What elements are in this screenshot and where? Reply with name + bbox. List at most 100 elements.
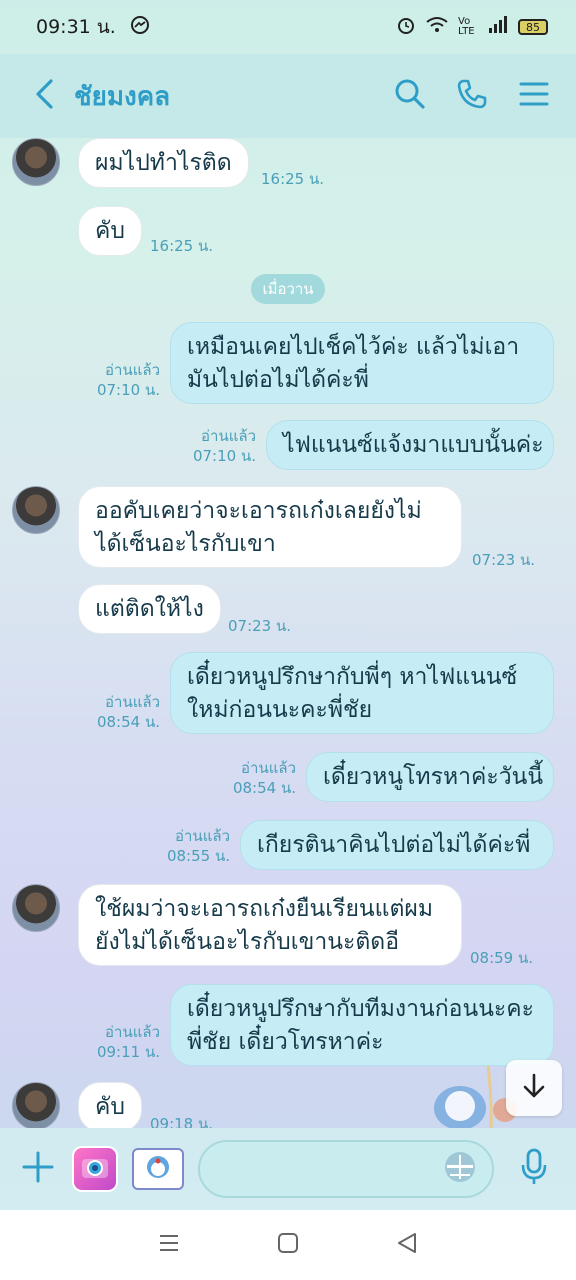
read-receipt: อ่านแล้ว 08:55 น. [140, 826, 230, 866]
signal-icon [488, 16, 508, 38]
network-label: Vo LTE [458, 16, 475, 37]
message-input[interactable] [198, 1140, 494, 1198]
message-bubble[interactable]: แต่ติดให้ไง [78, 584, 221, 634]
read-receipt: อ่านแล้ว 08:54 น. [200, 758, 296, 798]
arrow-down-icon [520, 1072, 548, 1104]
read-label: อ่านแล้ว [175, 827, 230, 845]
message-text: ยังไม่ได้เซ็นอะไรกับเขานะติดอี [95, 929, 400, 955]
image-icon [138, 1152, 178, 1186]
system-nav-bar [0, 1210, 576, 1280]
wifi-icon [426, 16, 448, 38]
menu-button[interactable] [516, 78, 552, 114]
emoji-icon[interactable] [442, 1149, 478, 1189]
message-text: คับ [95, 218, 125, 244]
message-time: 08:55 น. [166, 847, 230, 865]
recent-apps-icon [158, 1232, 180, 1258]
status-right: Vo LTE 85 [396, 15, 548, 39]
battery-indicator: 85 [518, 19, 548, 35]
message-bubble[interactable]: ใช้ผมว่าจะเอารถเก๋งยืนเรียนแต่ผม ยังไม่ไ… [78, 884, 462, 966]
read-label: อ่านแล้ว [105, 693, 160, 711]
message-text: มันไปต่อไม่ได้ค่ะพี่ [187, 367, 369, 393]
message-bubble[interactable]: เกียรตินาคินไปต่อไม่ได้ค่ะพี่ [240, 820, 554, 870]
date-separator: เมื่อวาน [251, 274, 325, 304]
message-time: 16:25 น. [261, 170, 325, 188]
message-time: 08:54 น. [96, 713, 160, 731]
message-text: แต่ติดให้ไง [95, 596, 204, 622]
message-input-bar [0, 1128, 576, 1210]
message-time: 07:10 น. [192, 447, 256, 465]
message-text: เหมือนเคยไปเช็คไว้ค่ะ แล้วไม่เอา [187, 334, 520, 360]
status-time: 09:31 น. [36, 16, 116, 38]
message-text: ใช้ผมว่าจะเอารถเก๋งยืนเรียนแต่ผม [95, 896, 434, 922]
avatar[interactable] [12, 884, 60, 932]
read-receipt: อ่านแล้ว 07:10 น. [78, 360, 160, 400]
avatar[interactable] [12, 138, 60, 186]
messenger-icon [130, 15, 150, 40]
message-text: เดี๋ยวหนูโทรหาค่ะวันนี้ [323, 764, 544, 790]
message-bubble[interactable]: ไฟแนนซ์แจ้งมาแบบนั้นค่ะ [266, 420, 554, 470]
message-text: คับ [95, 1094, 125, 1120]
plus-icon [22, 1151, 54, 1187]
scroll-to-bottom-button[interactable] [506, 1060, 562, 1116]
message-text: ออคับเคยว่าจะเอารถเก๋งเลยยังไม่ [95, 498, 422, 524]
message-bubble[interactable]: เดี๋ยวหนูโทรหาค่ะวันนี้ [306, 752, 554, 802]
message-time: 08:54 น. [232, 779, 296, 797]
triangle-back-icon [396, 1232, 418, 1258]
message-bubble[interactable]: เหมือนเคยไปเช็คไว้ค่ะ แล้วไม่เอา มันไปต่… [170, 322, 554, 404]
message-bubble[interactable]: คับ [78, 1082, 142, 1128]
read-receipt: อ่านแล้ว 07:10 น. [170, 426, 256, 466]
avatar[interactable] [12, 486, 60, 534]
microphone-button[interactable] [514, 1147, 554, 1191]
chat-area[interactable]: ผมไปทำไรติด 16:25 น. คับ 16:25 น. เมื่อว… [0, 138, 576, 1128]
message-bubble[interactable]: เดี๋ยวหนูปรึกษากับพี่ๆ หาไฟแนนซ์ ใหม่ก่อ… [170, 652, 554, 734]
message-time: 09:18 น. [150, 1115, 214, 1128]
message-text: พี่ชัย เดี๋ยวโทรหาค่ะ [187, 1029, 384, 1055]
read-label: อ่านแล้ว [241, 759, 296, 777]
message-time: 07:23 น. [228, 617, 292, 635]
phone-icon [456, 78, 488, 114]
camera-button[interactable] [72, 1146, 118, 1192]
search-button[interactable] [392, 78, 428, 114]
avatar[interactable] [12, 1082, 60, 1128]
message-text: ใหม่ก่อนนะคะพี่ชัย [187, 697, 373, 723]
message-time: 07:23 น. [472, 551, 536, 569]
header-actions [392, 78, 552, 114]
message-text: ผมไปทำไรติด [95, 150, 232, 176]
message-time: 08:59 น. [470, 949, 534, 967]
message-time: 09:11 น. [96, 1043, 160, 1061]
add-button[interactable] [18, 1149, 58, 1189]
message-text: เดี๋ยวหนูปรึกษากับทีมงานก่อนนะคะ [187, 996, 535, 1022]
home-icon [277, 1232, 299, 1258]
recent-apps-button[interactable] [149, 1225, 189, 1265]
read-label: อ่านแล้ว [201, 427, 256, 445]
read-receipt: อ่านแล้ว 08:54 น. [78, 692, 160, 732]
message-bubble[interactable]: ออคับเคยว่าจะเอารถเก๋งเลยยังไม่ ได้เซ็นอ… [78, 486, 462, 568]
message-text: ได้เซ็นอะไรกับเขา [95, 531, 276, 557]
contact-name[interactable]: ชัยมงคล [74, 76, 392, 117]
message-time: 16:25 น. [150, 237, 214, 255]
message-bubble[interactable]: คับ [78, 206, 142, 256]
read-label: อ่านแล้ว [105, 1023, 160, 1041]
camera-icon [80, 1154, 110, 1184]
read-label: อ่านแล้ว [105, 361, 160, 379]
search-icon [394, 78, 426, 114]
read-receipt: อ่านแล้ว 09:11 น. [78, 1022, 160, 1062]
message-text: ไฟแนนซ์แจ้งมาแบบนั้นค่ะ [283, 432, 544, 458]
image-button[interactable] [132, 1148, 184, 1190]
home-button[interactable] [268, 1225, 308, 1265]
message-bubble[interactable]: ผมไปทำไรติด [78, 138, 249, 188]
message-text: เกียรตินาคินไปต่อไม่ได้ค่ะพี่ [257, 832, 531, 858]
microphone-icon [520, 1148, 548, 1190]
message-text: เดี๋ยวหนูปรึกษากับพี่ๆ หาไฟแนนซ์ [187, 664, 518, 690]
message-time: 07:10 น. [96, 381, 160, 399]
alarm-icon [396, 15, 416, 39]
back-button[interactable] [24, 76, 64, 116]
call-button[interactable] [454, 78, 490, 114]
chevron-left-icon [33, 78, 55, 114]
back-nav-button[interactable] [387, 1225, 427, 1265]
hamburger-menu-icon [519, 81, 549, 111]
chat-header: ชัยมงคล [0, 54, 576, 138]
status-bar: 09:31 น. Vo LTE 85 [0, 0, 576, 54]
message-bubble[interactable]: เดี๋ยวหนูปรึกษากับทีมงานก่อนนะคะ พี่ชัย … [170, 984, 554, 1066]
status-left: 09:31 น. [36, 12, 150, 42]
